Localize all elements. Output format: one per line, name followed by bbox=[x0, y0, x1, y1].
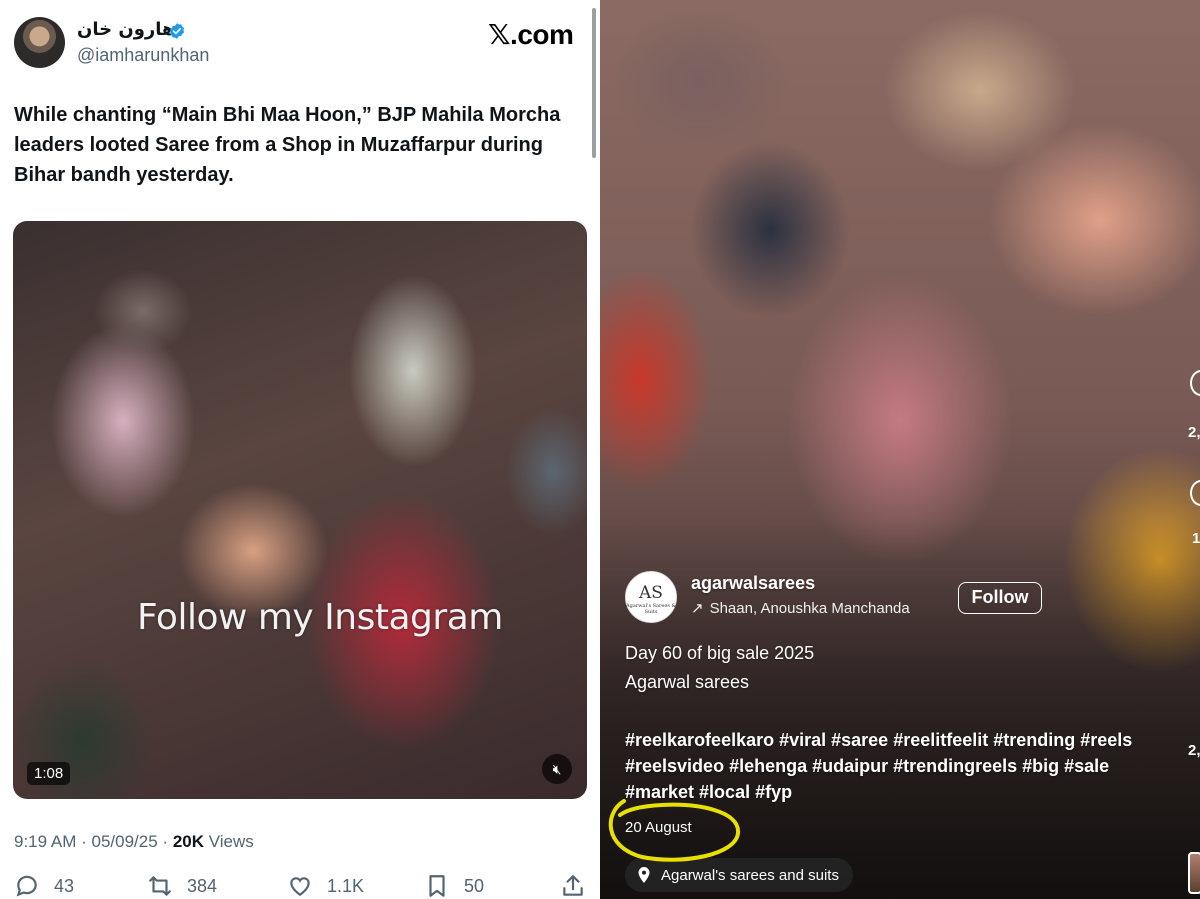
like-icon[interactable] bbox=[1190, 370, 1200, 396]
author-handle[interactable]: @iamharunkhan bbox=[77, 45, 209, 66]
collab-arrow-icon: ↗ bbox=[691, 600, 704, 617]
caption-shade bbox=[600, 520, 1200, 899]
heart-icon bbox=[290, 877, 310, 896]
video-duration: 1:08 bbox=[27, 762, 71, 785]
meta-separator: · bbox=[162, 832, 173, 851]
bookmark-button[interactable]: 50 bbox=[424, 873, 484, 899]
side-comment-count: 1 bbox=[1192, 530, 1200, 547]
post-date: 20 August bbox=[625, 819, 692, 836]
caption-line-2: Agarwal sarees bbox=[625, 672, 750, 692]
comment-icon[interactable] bbox=[1190, 480, 1200, 506]
speaker-muted-icon[interactable]: 🔇︎ bbox=[542, 754, 572, 784]
scrollbar[interactable] bbox=[592, 8, 596, 158]
account-username[interactable]: agarwalsarees bbox=[691, 573, 815, 594]
avatar-monogram: AS bbox=[639, 583, 663, 603]
views-count: 20K bbox=[172, 832, 204, 851]
location-label: Agarwal's sarees and suits bbox=[661, 866, 839, 884]
tweet-panel: هارون خان @iamharunkhan 𝕏.com While chan… bbox=[0, 0, 600, 899]
follow-button[interactable]: Follow bbox=[958, 582, 1042, 614]
views-label: Views bbox=[208, 832, 254, 851]
caption-hashtags[interactable]: #reelkarofeelkaro #viral #saree #reelitf… bbox=[625, 727, 1170, 805]
location-pin-icon bbox=[638, 867, 650, 883]
side-share-count: 2, bbox=[1188, 742, 1200, 759]
repost-count: 384 bbox=[187, 875, 218, 896]
location-tag[interactable]: Agarwal's sarees and suits bbox=[625, 858, 853, 892]
repost-button[interactable]: 384 bbox=[147, 873, 217, 899]
bookmark-icon bbox=[429, 875, 445, 897]
audio-track[interactable]: ↗ Shaan, Anoushka Manchanda bbox=[691, 599, 941, 617]
bookmark-count: 50 bbox=[464, 875, 485, 896]
tweet-time: 9:19 AM bbox=[14, 832, 77, 851]
x-logo: 𝕏.com bbox=[488, 19, 574, 50]
avatar-subtext: Agarwal's Sarees & Suits bbox=[626, 603, 676, 615]
tweet-date: 05/09/25 bbox=[91, 832, 158, 851]
like-count: 1.1K bbox=[327, 875, 365, 896]
like-button[interactable]: 1.1K bbox=[287, 873, 364, 899]
reply-count: 43 bbox=[54, 875, 75, 896]
verified-badge-icon bbox=[169, 23, 185, 39]
meta-separator: · bbox=[81, 832, 92, 851]
video-overlay-text: Follow my Instagram bbox=[137, 597, 503, 638]
side-like-count: 2, bbox=[1188, 424, 1200, 441]
share-button[interactable] bbox=[560, 873, 600, 899]
author-display-name[interactable]: هارون خان bbox=[77, 19, 175, 40]
tweet-video[interactable]: Follow my Instagram 1:08 🔇︎ bbox=[13, 221, 587, 799]
share-icon bbox=[563, 875, 583, 896]
reply-button[interactable]: 43 bbox=[14, 873, 74, 899]
tweet-text: While chanting “Main Bhi Maa Hoon,” BJP … bbox=[14, 104, 561, 186]
repost-icon bbox=[149, 876, 171, 896]
reply-icon bbox=[16, 875, 37, 897]
tweet-meta: 9:19 AM · 05/09/25 · 20K Views bbox=[14, 832, 254, 852]
audio-thumbnail[interactable] bbox=[1188, 852, 1200, 894]
caption-line-1: Day 60 of big sale 2025 bbox=[625, 643, 815, 663]
audio-track-label: Shaan, Anoushka Manchanda bbox=[709, 600, 910, 617]
account-avatar[interactable]: AS Agarwal's Sarees & Suits bbox=[625, 571, 677, 623]
author-avatar[interactable] bbox=[14, 17, 65, 68]
instagram-reel-panel[interactable]: AS Agarwal's Sarees & Suits agarwalsaree… bbox=[600, 0, 1200, 899]
